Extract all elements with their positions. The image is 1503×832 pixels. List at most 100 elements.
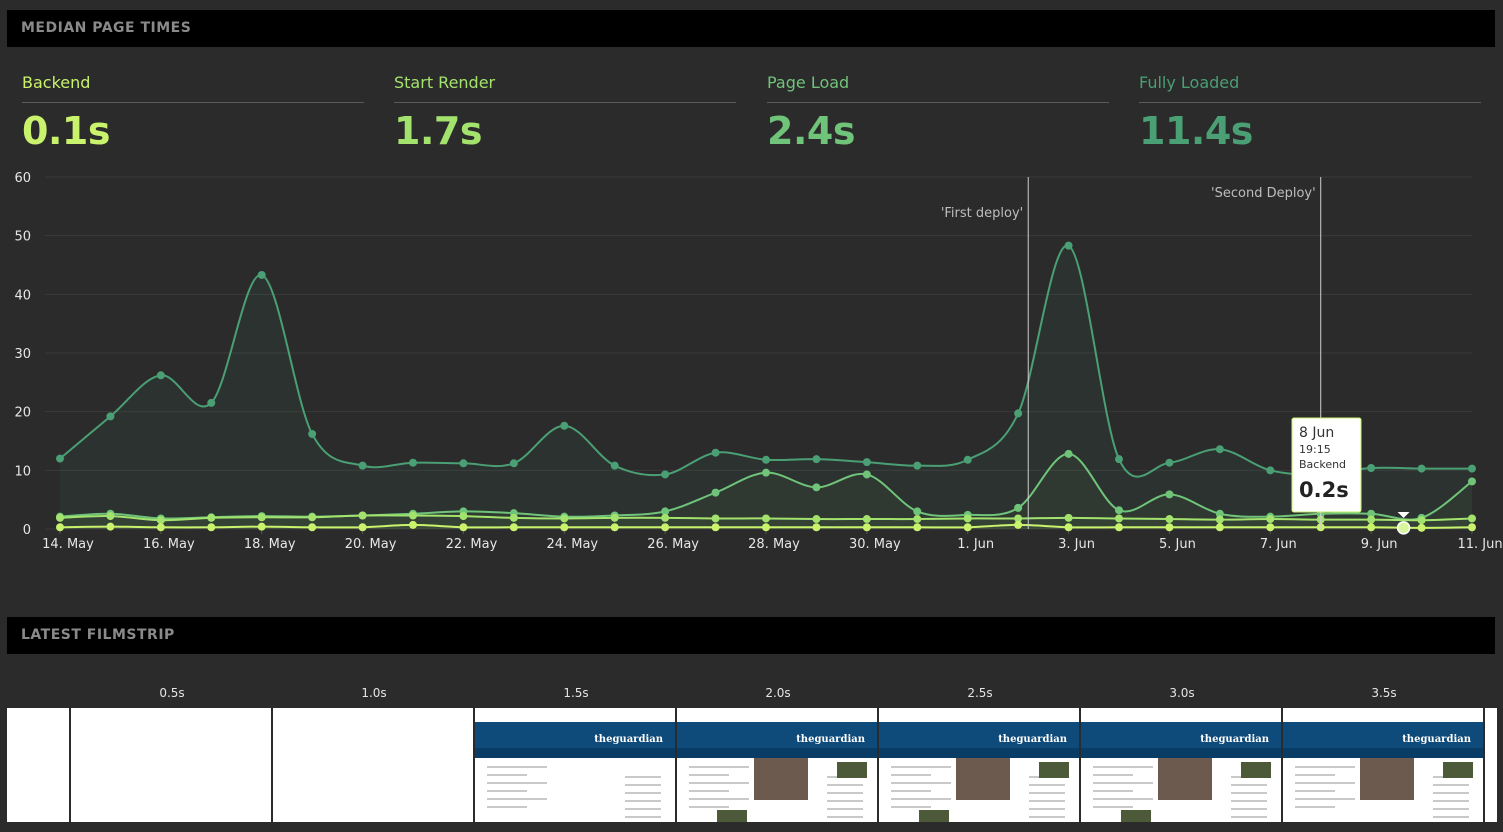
photo <box>1360 758 1414 800</box>
x-tick-label: 5. Jun <box>1159 537 1196 552</box>
data-point <box>1064 241 1073 250</box>
text-line <box>1093 782 1153 784</box>
data-point <box>610 461 619 470</box>
text-line <box>1295 790 1335 792</box>
x-tick-label: 28. May <box>748 537 800 552</box>
data-point <box>1064 523 1073 532</box>
text-line <box>487 766 547 768</box>
logo-text: theguardian <box>1402 734 1471 745</box>
filmstrip-frame[interactable] <box>273 708 473 822</box>
text-line <box>827 800 863 802</box>
data-point <box>56 523 64 532</box>
text-line <box>1433 816 1469 818</box>
text-line <box>1093 774 1133 776</box>
data-point <box>1165 515 1174 524</box>
data-point <box>308 429 317 438</box>
filmstrip-time-label: 1.0s <box>361 686 387 700</box>
data-point <box>1165 458 1174 467</box>
filmstrip-frame[interactable]: theguardian <box>1283 708 1483 822</box>
filmstrip-time-label: 2.0s <box>765 686 791 700</box>
text-line <box>891 774 931 776</box>
data-point <box>1115 506 1123 515</box>
metric-page-load: Page Load 2.4s <box>767 72 1109 153</box>
metric-label: Page Load <box>767 72 1109 103</box>
data-point <box>812 515 821 524</box>
text-line <box>689 798 749 800</box>
data-point <box>762 514 770 523</box>
data-point <box>1417 523 1426 532</box>
data-point <box>509 523 518 532</box>
text-line <box>891 766 951 768</box>
filmstrip-time-label: 2.5s <box>967 686 993 700</box>
median-times-chart[interactable]: 0 10 20 30 40 50 60 14. May 16. May 18. May 20. Ma… <box>0 160 1503 560</box>
annotation-label: 'Second Deploy' <box>1211 186 1316 201</box>
data-point <box>358 511 367 520</box>
data-point <box>862 458 871 467</box>
text-line <box>625 800 661 802</box>
site-nav <box>475 748 675 758</box>
data-point <box>1215 523 1224 532</box>
logo-text: theguardian <box>594 734 663 745</box>
data-point <box>560 421 569 430</box>
filmstrip-frame[interactable] <box>1485 708 1497 822</box>
data-point <box>1215 515 1224 524</box>
photo <box>1039 762 1069 778</box>
text-line <box>1231 784 1267 786</box>
metric-value: 11.4s <box>1139 109 1253 153</box>
logo-text: theguardian <box>1200 734 1269 745</box>
data-point <box>156 516 165 525</box>
filmstrip-frame[interactable]: theguardian <box>1081 708 1281 822</box>
data-point <box>1215 445 1224 454</box>
data-point <box>257 513 266 522</box>
median-page-times-header: MEDIAN PAGE TIMES <box>7 10 1495 47</box>
data-point <box>257 522 266 531</box>
filmstrip-time-label: 0.5s <box>159 686 185 700</box>
text-line <box>1295 782 1355 784</box>
text-line <box>487 790 527 792</box>
data-point <box>762 523 770 532</box>
filmstrip-frame[interactable] <box>7 708 69 822</box>
filmstrip-frame[interactable]: theguardian <box>475 708 675 822</box>
metric-label: Backend <box>22 72 364 103</box>
x-tick-label: 30. May <box>849 537 901 552</box>
tooltip-series: Backend <box>1299 458 1346 471</box>
data-point <box>1165 490 1174 499</box>
text-line <box>891 806 931 808</box>
data-point <box>1014 503 1023 512</box>
text-line <box>625 784 661 786</box>
data-point <box>711 514 720 523</box>
data-point <box>1266 466 1275 475</box>
data-point <box>1064 513 1073 522</box>
filmstrip-frame[interactable]: theguardian <box>677 708 877 822</box>
data-point <box>106 522 115 531</box>
data-point <box>963 455 972 464</box>
text-line <box>827 816 863 818</box>
data-point <box>560 523 569 532</box>
data-point <box>661 513 670 522</box>
data-point <box>1417 516 1426 525</box>
text-line <box>1093 790 1133 792</box>
x-tick-label: 14. May <box>42 537 94 552</box>
data-point <box>1367 515 1376 524</box>
data-point <box>1014 409 1023 418</box>
tooltip-time: 19:15 <box>1299 443 1331 456</box>
photo <box>717 810 747 822</box>
logo-text: theguardian <box>796 734 865 745</box>
filmstrip-frame[interactable] <box>71 708 271 822</box>
data-point <box>1115 514 1123 523</box>
data-point <box>459 523 468 532</box>
data-point <box>459 512 468 521</box>
text-line <box>625 792 661 794</box>
filmstrip-frame[interactable]: theguardian <box>879 708 1079 822</box>
text-line <box>1093 798 1153 800</box>
text-line <box>1029 800 1065 802</box>
x-tick-label: 7. Jun <box>1260 537 1297 552</box>
text-line <box>827 784 863 786</box>
data-point <box>106 512 115 521</box>
tooltip-value: 0.2s <box>1299 478 1349 502</box>
x-tick-label: 24. May <box>546 537 598 552</box>
metric-value: 1.7s <box>394 109 482 153</box>
data-point <box>913 523 922 532</box>
y-tick-label: 20 <box>14 406 31 421</box>
photo <box>1443 762 1473 778</box>
